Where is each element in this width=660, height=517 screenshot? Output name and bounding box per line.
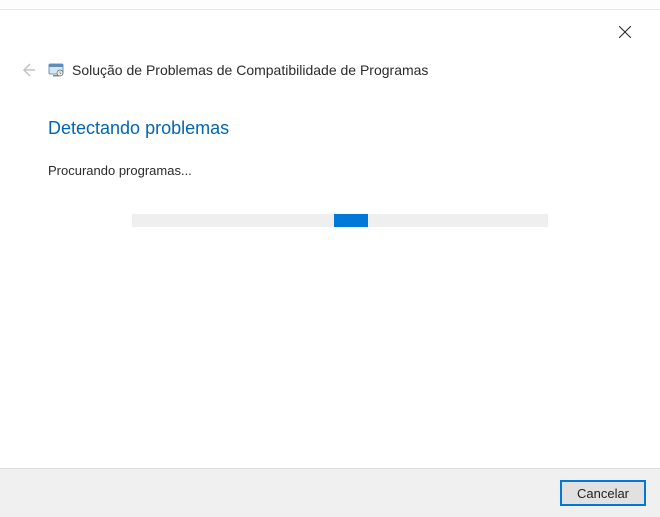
wizard-header: Solução de Problemas de Compatibilidade … [0,10,660,82]
window-top-strip [0,0,660,10]
cancel-button[interactable]: Cancelar [560,480,646,506]
back-button [16,58,40,82]
footer-panel: Cancelar [0,468,660,517]
status-text: Procurando programas... [48,163,612,178]
close-button[interactable] [615,22,635,42]
progress-bar [132,214,548,227]
close-icon [619,26,631,38]
page-heading: Detectando problemas [48,118,612,139]
content-area: Detectando problemas Procurando programa… [0,82,660,227]
troubleshooter-icon [48,62,64,78]
progress-indicator [334,214,368,227]
back-arrow-icon [19,61,37,79]
wizard-title: Solução de Problemas de Compatibilidade … [72,62,428,78]
